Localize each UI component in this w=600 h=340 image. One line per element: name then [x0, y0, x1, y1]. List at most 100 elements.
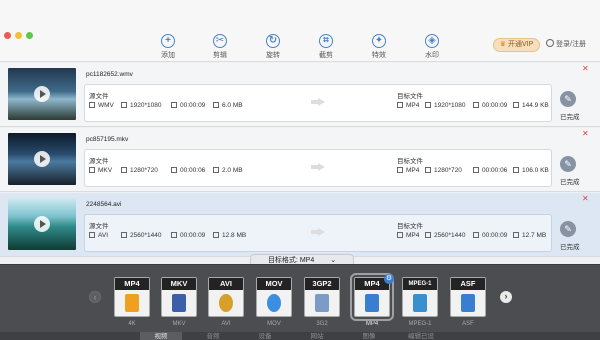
format-option-asf[interactable]: ASF ASF [448, 277, 488, 327]
effects-button[interactable]: ✦ 特效 [354, 34, 404, 60]
remove-file-close-icon[interactable]: ✕ [582, 194, 589, 203]
target-size: 144.9 KB [513, 102, 549, 109]
edit-pencil-icon[interactable]: ✎ [560, 91, 576, 107]
format-caption: ASF [462, 321, 474, 327]
format-option-4k[interactable]: MP4 4K [112, 277, 152, 327]
file-row[interactable]: pc857195.mkv 源文件 MKV 1280*720 00:00:06 2… [0, 128, 600, 192]
tab-device[interactable]: 设备 [244, 332, 286, 340]
file-name: pc1182652.wmv [86, 71, 133, 78]
format-card: 3GP2 [304, 277, 340, 317]
source-title: 源文件 [89, 93, 109, 100]
minimize-window-button[interactable] [15, 32, 22, 39]
format-icon [397, 102, 403, 108]
film-icon [461, 294, 475, 312]
remove-file-close-icon[interactable]: ✕ [582, 129, 589, 138]
source-size: 12.8 MB [213, 232, 246, 239]
plus-icon: + [161, 34, 175, 48]
format-option-mkv[interactable]: MKV MKV [159, 277, 199, 327]
edit-pencil-icon[interactable]: ✎ [560, 221, 576, 237]
file-row[interactable]: 2248564.avi 源文件 AVI 2560*1440 00:00:09 1… [0, 193, 600, 257]
format-option-avi[interactable]: AVI AVI [206, 277, 246, 327]
format-icon [397, 167, 403, 173]
crop-icon: ⌗ [319, 34, 333, 48]
format-card: MKV [161, 277, 197, 317]
file-name: pc857195.mkv [86, 136, 129, 143]
resolution-icon [121, 167, 127, 173]
edit-pencil-icon[interactable]: ✎ [560, 156, 576, 172]
conversion-panel: 源文件 AVI 2560*1440 00:00:09 12.8 MB 目标文件 … [84, 214, 552, 252]
gear-icon[interactable]: ⚙ [384, 274, 394, 284]
format-tag: ASF [451, 278, 485, 290]
clock-icon [473, 232, 479, 238]
toolbar: + 添加 ✂ 剪辑 ↻ 旋转 ⌗ 截剪 ✦ 特效 ◈ 水印 ♛ 开通VIP 登录… [0, 0, 600, 62]
target-title: 目标文件 [397, 93, 423, 100]
effects-icon: ✦ [372, 34, 386, 48]
format-tag: MPEG-1 [403, 278, 437, 290]
video-thumbnail[interactable] [8, 133, 76, 185]
next-formats-chevron-right-icon[interactable]: › [500, 291, 512, 303]
file-row[interactable]: pc1182652.wmv 源文件 WMV 1920*1080 00:00:09… [0, 63, 600, 127]
remove-file-close-icon[interactable]: ✕ [582, 64, 589, 73]
format-card: MPEG-1 [402, 277, 438, 317]
clock-icon [171, 167, 177, 173]
tab-image[interactable]: 图像 [348, 332, 390, 340]
rotate-button[interactable]: ↻ 旋转 [248, 34, 298, 60]
media-player-icon [219, 294, 233, 312]
format-caption: MOV [267, 321, 281, 327]
target-format: MP4 [397, 232, 419, 239]
format-tag: 3GP2 [305, 278, 339, 290]
resolution-icon [121, 232, 127, 238]
source-size: 6.0 MB [213, 102, 243, 109]
crop-button[interactable]: ⌗ 截剪 [301, 34, 351, 60]
format-card: MOV [256, 277, 292, 317]
play-icon[interactable] [34, 216, 50, 232]
target-format: MP4 [397, 167, 419, 174]
rotate-icon: ↻ [266, 34, 280, 48]
tab-video[interactable]: 视频 [140, 332, 182, 340]
add-button[interactable]: + 添加 [143, 34, 193, 60]
source-resolution: 1280*720 [121, 167, 158, 174]
format-option-mp4[interactable]: MP4 ⚙ MP4 [350, 273, 394, 327]
target-format-label: 目标格式: MP4 [267, 257, 315, 264]
target-format: MP4 [397, 102, 419, 109]
previous-formats-chevron-left-icon[interactable]: ‹ [89, 291, 101, 303]
source-format: AVI [89, 232, 108, 239]
tab-website[interactable]: 网站 [296, 332, 338, 340]
clock-icon [473, 102, 479, 108]
play-icon[interactable] [34, 86, 50, 102]
window-controls [4, 32, 33, 39]
video-thumbnail[interactable] [8, 198, 76, 250]
effects-label: 特效 [372, 52, 386, 59]
clip-button[interactable]: ✂ 剪辑 [195, 34, 245, 60]
format-card: MP4 ⚙ [350, 273, 394, 321]
source-duration: 00:00:09 [171, 232, 205, 239]
close-window-button[interactable] [4, 32, 11, 39]
status-label: 已完成 [560, 244, 580, 251]
clip-label: 剪辑 [213, 52, 227, 59]
format-option-3g2[interactable]: 3GP2 3G2 [302, 277, 342, 327]
target-duration: 00:00:06 [473, 167, 507, 174]
login-button[interactable]: 登录/注册 [546, 39, 586, 49]
format-option-mov[interactable]: MOV MOV [254, 277, 294, 327]
watermark-label: 水印 [425, 52, 439, 59]
target-resolution: 1920*1080 [425, 102, 465, 109]
vip-label: 开通VIP [507, 41, 534, 48]
format-option-mpeg1[interactable]: MPEG-1 MPEG-1 [400, 277, 440, 327]
format-tag: MP4 [115, 278, 149, 290]
arrow-right-icon [311, 98, 325, 106]
format-card: MP4 [114, 277, 150, 317]
resolution-icon [425, 102, 431, 108]
vip-button[interactable]: ♛ 开通VIP [493, 38, 540, 52]
video-thumbnail[interactable] [8, 68, 76, 120]
file-size-icon [213, 232, 219, 238]
play-icon[interactable] [34, 151, 50, 167]
tab-audio[interactable]: 音频 [192, 332, 234, 340]
zoom-window-button[interactable] [26, 32, 33, 39]
watermark-button[interactable]: ◈ 水印 [407, 34, 457, 60]
phone-icon [315, 294, 329, 312]
tab-edit-presets[interactable]: 编辑已设 [400, 332, 442, 340]
tool-buttons: + 添加 ✂ 剪辑 ↻ 旋转 ⌗ 截剪 ✦ 特效 ◈ 水印 [140, 34, 470, 60]
conversion-panel: 源文件 MKV 1280*720 00:00:06 2.0 MB 目标文件 MP… [84, 149, 552, 187]
format-caption: 3G2 [316, 321, 328, 327]
4k-icon [125, 294, 139, 312]
